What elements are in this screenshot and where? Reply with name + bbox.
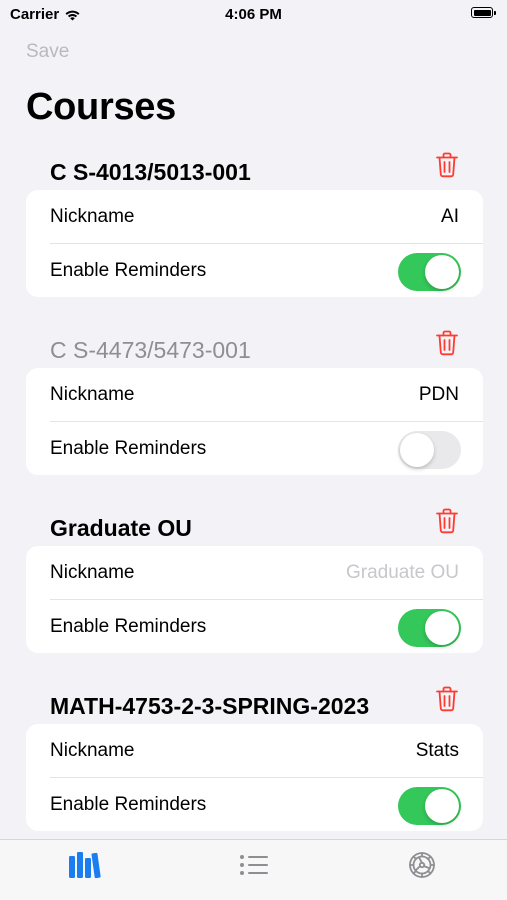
- books-icon: [69, 852, 101, 879]
- course-section: C S-4013/5013-001 Nickname AI Enable Rem…: [0, 146, 507, 297]
- nickname-label: Nickname: [50, 206, 135, 227]
- course-section: Graduate OU Nickname Graduate OU Enable …: [0, 502, 507, 653]
- course-card: Nickname Graduate OU Enable Reminders: [26, 546, 483, 653]
- toggle-knob: [425, 789, 459, 823]
- gear-icon: [409, 852, 435, 878]
- nickname-input[interactable]: PDN: [259, 384, 459, 406]
- trash-icon: [436, 508, 458, 534]
- reminders-label: Enable Reminders: [50, 616, 207, 637]
- tab-bar: [0, 839, 507, 900]
- course-header: C S-4473/5473-001: [0, 324, 507, 372]
- reminders-label: Enable Reminders: [50, 438, 207, 459]
- course-card: Nickname Stats Enable Reminders: [26, 724, 483, 831]
- course-header: C S-4013/5013-001: [0, 146, 507, 194]
- trash-icon: [436, 330, 458, 356]
- reminders-row: Enable Reminders: [26, 600, 483, 653]
- reminders-toggle[interactable]: [398, 609, 461, 647]
- reminders-row: Enable Reminders: [26, 422, 483, 475]
- delete-course-button[interactable]: [435, 152, 459, 178]
- reminders-row: Enable Reminders: [26, 244, 483, 297]
- delete-course-button[interactable]: [435, 686, 459, 712]
- reminders-label: Enable Reminders: [50, 794, 207, 815]
- nickname-row[interactable]: Nickname AI: [26, 190, 483, 243]
- toggle-knob: [425, 255, 459, 289]
- course-title: C S-4473/5473-001: [50, 337, 251, 363]
- toggle-knob: [400, 433, 434, 467]
- nickname-input[interactable]: Stats: [259, 740, 459, 762]
- tab-courses[interactable]: [65, 848, 105, 882]
- delete-course-button[interactable]: [435, 508, 459, 534]
- reminders-row: Enable Reminders: [26, 778, 483, 831]
- nickname-row[interactable]: Nickname PDN: [26, 368, 483, 421]
- course-section: MATH-4753-2-3-SPRING-2023 Nickname Stats…: [0, 680, 507, 831]
- course-header: MATH-4753-2-3-SPRING-2023: [0, 680, 507, 728]
- save-button[interactable]: Save: [26, 41, 69, 63]
- course-card: Nickname PDN Enable Reminders: [26, 368, 483, 475]
- nickname-label: Nickname: [50, 562, 135, 583]
- trash-icon: [436, 152, 458, 178]
- status-time: 4:06 PM: [225, 6, 282, 23]
- course-card: Nickname AI Enable Reminders: [26, 190, 483, 297]
- nickname-label: Nickname: [50, 740, 135, 761]
- tab-settings[interactable]: [402, 848, 442, 882]
- reminders-toggle[interactable]: [398, 787, 461, 825]
- course-title: MATH-4753-2-3-SPRING-2023: [50, 693, 370, 719]
- nickname-input[interactable]: Graduate OU: [259, 562, 459, 584]
- reminders-label: Enable Reminders: [50, 260, 207, 281]
- nickname-row[interactable]: Nickname Stats: [26, 724, 483, 777]
- course-title: Graduate OU: [50, 515, 192, 541]
- status-bar: Carrier 4:06 PM: [0, 0, 507, 28]
- reminders-toggle[interactable]: [398, 431, 461, 469]
- toggle-knob: [425, 611, 459, 645]
- nickname-label: Nickname: [50, 384, 135, 405]
- course-title: C S-4013/5013-001: [50, 159, 251, 185]
- list-icon: [240, 855, 268, 875]
- delete-course-button[interactable]: [435, 330, 459, 356]
- battery-icon: [471, 7, 496, 18]
- course-header: Graduate OU: [0, 502, 507, 550]
- nickname-row[interactable]: Nickname Graduate OU: [26, 546, 483, 599]
- reminders-toggle[interactable]: [398, 253, 461, 291]
- page-title: Courses: [26, 86, 176, 128]
- tab-list[interactable]: [234, 848, 274, 882]
- nickname-input[interactable]: AI: [259, 206, 459, 228]
- course-section: C S-4473/5473-001 Nickname PDN Enable Re…: [0, 324, 507, 475]
- trash-icon: [436, 686, 458, 712]
